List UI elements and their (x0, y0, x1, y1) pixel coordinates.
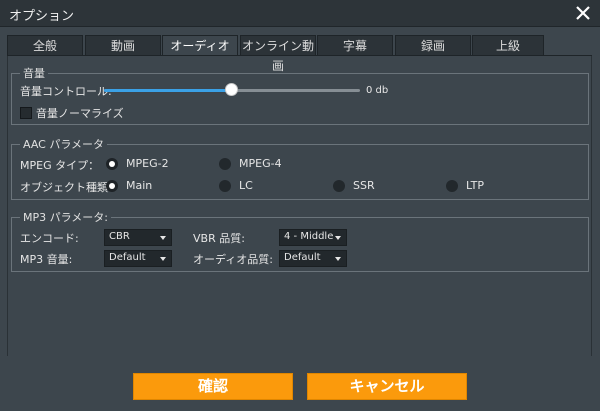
chevron-down-icon (160, 236, 166, 240)
radio-object-main-label: Main (126, 179, 153, 192)
radio-object-lc[interactable] (219, 180, 231, 192)
close-icon (572, 2, 594, 24)
object-type-label: オブジェクト種類: (20, 181, 112, 194)
radio-mpeg-2-label: MPEG-2 (126, 157, 169, 170)
tab-subtitles[interactable]: 字幕 (317, 35, 393, 56)
aac-group-title: AAC パラメータ (20, 136, 108, 152)
radio-mpeg-4-label: MPEG-4 (239, 157, 282, 170)
tab-general[interactable]: 全般 (7, 35, 83, 56)
radio-object-main[interactable] (106, 180, 118, 192)
volume-slider-fill (104, 89, 232, 92)
radio-object-ssr[interactable] (333, 180, 345, 192)
volume-group-title: 音量 (20, 65, 48, 81)
radio-object-ssr-label: SSR (353, 179, 375, 192)
tab-recording[interactable]: 録画 (395, 35, 471, 56)
tab-video[interactable]: 動画 (85, 35, 161, 56)
radio-object-ltp[interactable] (446, 180, 458, 192)
window-title: オプション (9, 9, 75, 24)
mp3-group-title: MP3 パラメータ: (20, 209, 111, 225)
mp3-volume-select-value: Default (109, 252, 146, 263)
volume-control-label: 音量コントロール: (20, 85, 112, 98)
radio-object-ltp-label: LTP (466, 179, 484, 192)
mpeg-type-label: MPEG タイプ： (20, 159, 100, 172)
volume-slider-thumb[interactable] (225, 83, 238, 96)
volume-normalize-checkbox[interactable] (20, 107, 32, 119)
encode-select[interactable]: CBR (104, 229, 172, 246)
audio-quality-label: オーディオ品質: (193, 253, 273, 266)
radio-object-lc-label: LC (239, 179, 253, 192)
audio-quality-select-value: Default (284, 252, 321, 263)
chevron-down-icon (335, 257, 341, 261)
chevron-down-icon (335, 236, 341, 240)
volume-value: 0 db (366, 85, 389, 96)
encode-select-value: CBR (109, 231, 130, 242)
radio-mpeg-4[interactable] (219, 158, 231, 170)
volume-normalize-label: 音量ノーマライズ (36, 107, 124, 120)
tab-online-video[interactable]: オンライン動画 (240, 35, 316, 73)
audio-quality-select[interactable]: Default (279, 250, 347, 267)
vbr-quality-select-value: 4 - Middle (284, 231, 334, 242)
vbr-quality-label: VBR 品質: (193, 232, 245, 245)
title-bar: オプション (0, 0, 600, 27)
tab-advanced[interactable]: 上級 (472, 35, 544, 56)
radio-selected-dot (109, 183, 115, 189)
ok-button[interactable]: 確認 (133, 373, 293, 400)
close-button[interactable] (572, 2, 594, 24)
cancel-button[interactable]: キャンセル (307, 373, 467, 400)
chevron-down-icon (160, 257, 166, 261)
vbr-quality-select[interactable]: 4 - Middle (279, 229, 347, 246)
radio-selected-dot (109, 161, 115, 167)
radio-mpeg-2[interactable] (106, 158, 118, 170)
mp3-volume-label: MP3 音量: (20, 253, 73, 266)
mp3-volume-select[interactable]: Default (104, 250, 172, 267)
encode-label: エンコード: (20, 232, 79, 245)
tab-audio[interactable]: オーディオ (162, 35, 238, 56)
